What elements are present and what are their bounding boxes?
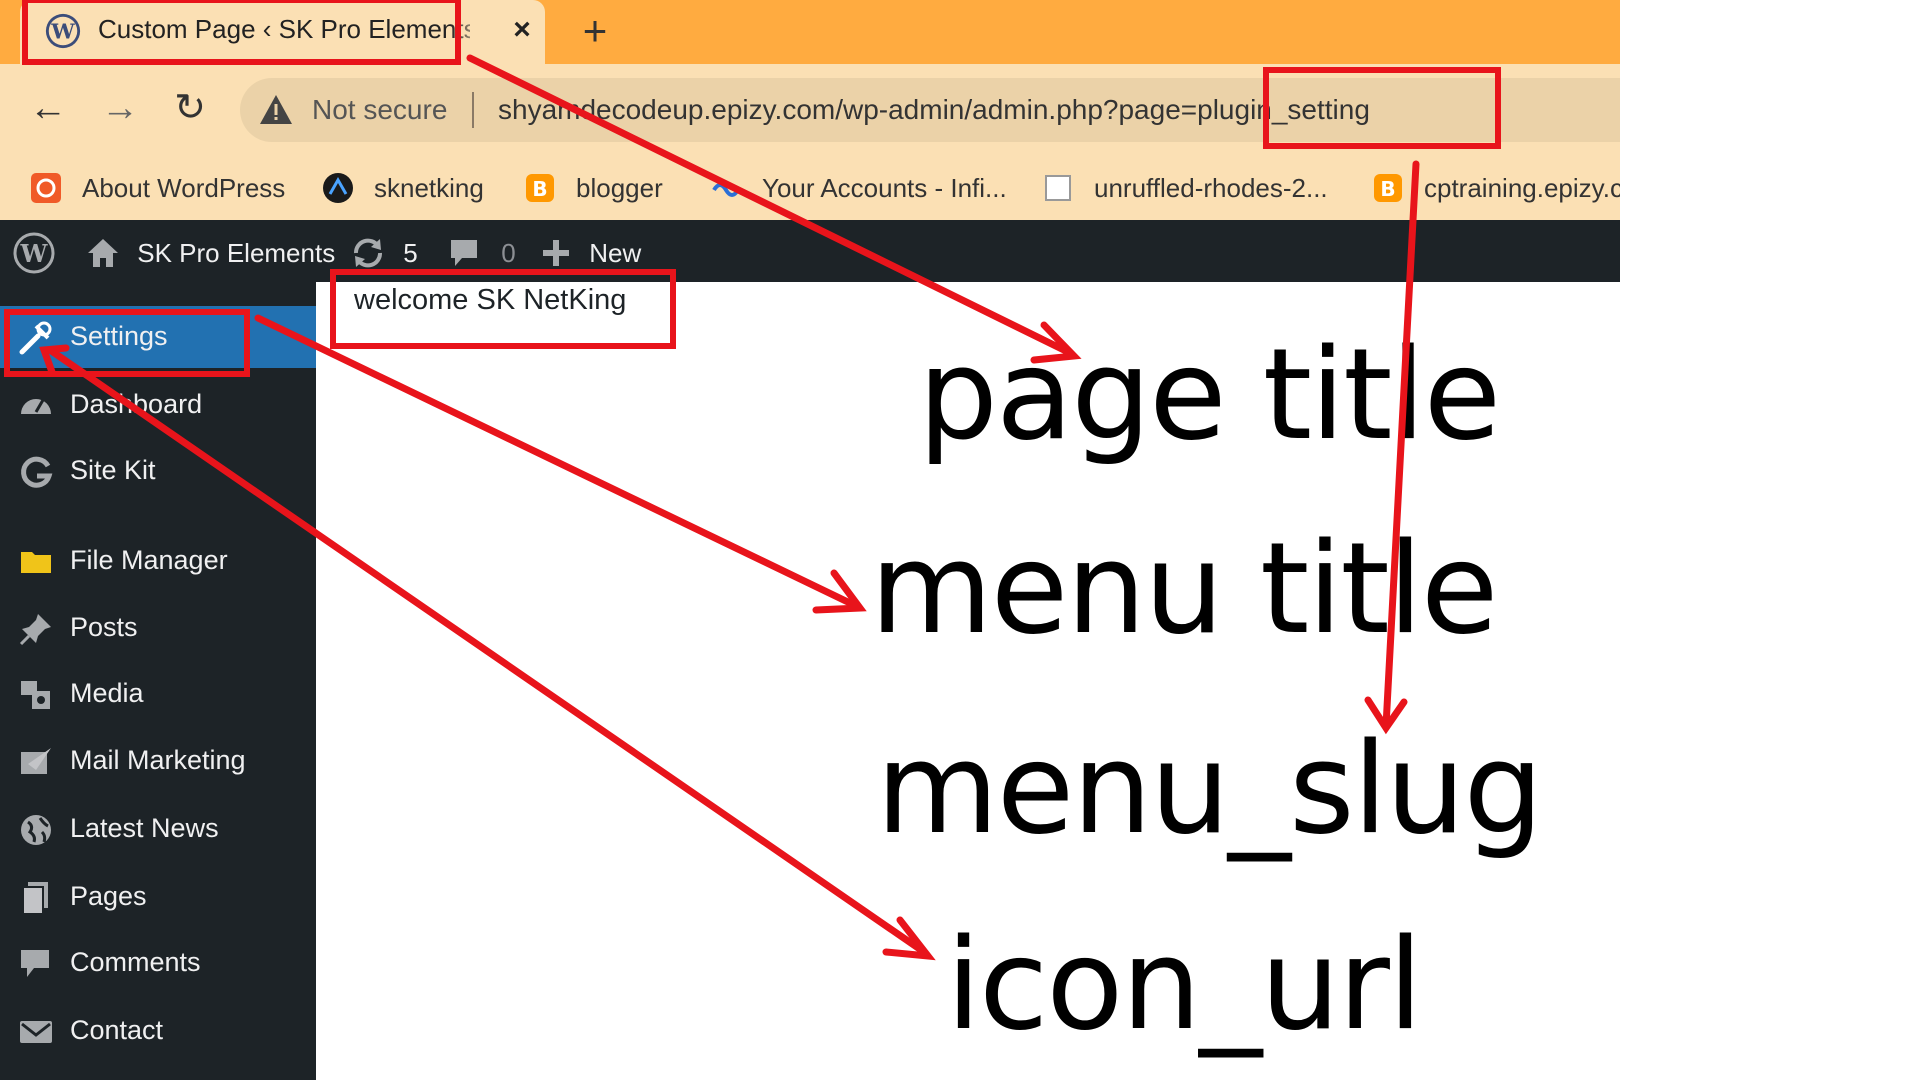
bookmark-label: blogger <box>576 173 663 203</box>
url-text[interactable]: shyamdecodeup.epizy.com/wp-admin/admin.p… <box>498 94 1370 126</box>
tab-title: Custom Page ‹ SK Pro Elements <box>98 14 470 44</box>
menu-label: Dashboard <box>70 389 203 419</box>
bookmark-about-wordpress[interactable]: About WordPress <box>30 168 300 208</box>
bookmark-label: unruffled-rhodes-2... <box>1094 173 1328 203</box>
screenshot: W Custom Page ‹ SK Pro Elements × + ← → … <box>0 0 1620 1080</box>
wordpress-icon: W <box>45 13 81 49</box>
paper-plane-icon <box>21 748 51 774</box>
pushpin-icon <box>19 614 51 646</box>
bookmark-label: Your Accounts - Infi... <box>762 173 1007 203</box>
menu-item-comments[interactable]: Comments <box>0 932 316 994</box>
forward-arrow-icon[interactable]: → <box>96 84 144 132</box>
menu-label: Site Kit <box>70 455 156 485</box>
warning-icon[interactable] <box>258 92 294 128</box>
updates-count: 5 <box>403 238 418 269</box>
menu-item-site-kit[interactable]: Site Kit <box>0 440 316 502</box>
wordpress-icon: W <box>13 232 55 274</box>
browser-toolbar: ← → ↻ Not secure shyamdecodeup.epizy.com… <box>0 64 1620 156</box>
menu-label: Contact <box>70 1015 164 1045</box>
bookmark-sknetking[interactable]: sknetking <box>322 168 492 208</box>
envelope-icon <box>20 1021 52 1043</box>
menu-item-posts[interactable]: Posts <box>0 597 316 659</box>
menu-label: File Manager <box>70 545 228 575</box>
bookmark-unruffled-rhodes[interactable]: unruffled-rhodes-2... <box>1042 168 1342 208</box>
plus-icon <box>543 240 569 267</box>
bookmark-blogger[interactable]: B blogger <box>524 168 674 208</box>
comment-bubble-icon <box>21 950 49 977</box>
annotation-menu-slug: menu_slug <box>876 715 1543 862</box>
annotation-menu-title: menu title <box>870 515 1498 662</box>
menu-label: Media <box>70 678 144 708</box>
not-secure-label[interactable]: Not secure <box>312 94 447 126</box>
dashboard-gauge-icon <box>21 399 51 414</box>
blogger-icon: B <box>526 174 554 202</box>
sknetking-icon <box>323 173 353 203</box>
blogger-icon: B <box>1374 174 1402 202</box>
menu-item-dashboard[interactable]: Dashboard <box>0 374 316 436</box>
tab-strip: W Custom Page ‹ SK Pro Elements × + <box>0 0 1620 66</box>
reload-icon[interactable]: ↻ <box>166 84 214 132</box>
svg-text:W: W <box>20 239 49 268</box>
menu-label: Mail Marketing <box>70 745 246 775</box>
home-icon <box>88 239 118 268</box>
annotation-icon-url: icon_url <box>946 911 1423 1058</box>
new-tab-button[interactable]: + <box>575 8 615 54</box>
annotation-page-title: page title <box>918 321 1501 468</box>
comments-count: 0 <box>501 238 516 269</box>
menu-label: Settings <box>70 321 168 351</box>
infinityfree-icon <box>712 183 740 197</box>
address-separator <box>472 92 474 128</box>
menu-label: Comments <box>70 947 201 977</box>
menu-item-settings[interactable]: Settings <box>0 306 316 368</box>
settings-wrench-icon <box>19 321 52 355</box>
back-arrow-icon[interactable]: ← <box>24 84 72 132</box>
menu-label: Posts <box>70 612 138 642</box>
menu-item-file-manager[interactable]: File Manager <box>0 530 316 592</box>
globe-icon <box>21 815 51 845</box>
menu-label: Pages <box>70 881 147 911</box>
new-content-link[interactable]: New <box>540 230 641 272</box>
bookmarks-bar: About WordPress sknetking B blogger Your… <box>0 156 1620 220</box>
svg-text:W: W <box>50 19 75 44</box>
new-label: New <box>589 238 642 269</box>
bookmark-label: sknetking <box>374 173 484 203</box>
media-icon <box>21 681 50 709</box>
site-name: SK Pro Elements <box>137 238 336 269</box>
page-icon <box>1045 175 1071 201</box>
menu-label: Latest News <box>70 813 219 843</box>
wp-logo-button[interactable]: W <box>12 230 56 274</box>
comments-link[interactable]: 0 <box>448 230 516 272</box>
bookmark-label: cptraining.epizy.c <box>1424 173 1620 203</box>
comment-bubble-icon <box>451 240 477 267</box>
tab-title-fade <box>450 10 490 50</box>
menu-item-pages[interactable]: Pages <box>0 866 316 928</box>
menu-item-contact[interactable]: Contact <box>0 1000 316 1062</box>
pages-icon <box>22 882 48 915</box>
menu-item-media[interactable]: Media <box>0 663 316 725</box>
about-wordpress-icon <box>31 173 61 203</box>
menu-item-latest-news[interactable]: Latest News <box>0 798 316 860</box>
bookmark-your-accounts[interactable]: Your Accounts - Infi... <box>710 168 1020 208</box>
bookmark-label: About WordPress <box>82 173 286 203</box>
menu-item-mail-marketing[interactable]: Mail Marketing <box>0 730 316 792</box>
wp-admin-bar: W SK Pro Elements 5 0 New <box>0 220 1620 282</box>
address-bar[interactable]: Not secure shyamdecodeup.epizy.com/wp-ad… <box>240 78 1620 142</box>
svg-text:B: B <box>532 177 547 201</box>
updates-link[interactable]: 5 <box>350 230 418 272</box>
admin-sidebar: Settings Dashboard Site Kit File Manager <box>0 282 316 1080</box>
google-g-icon <box>21 456 53 488</box>
close-tab-icon[interactable]: × <box>507 10 537 50</box>
folder-icon <box>21 552 51 573</box>
site-name-link[interactable]: SK Pro Elements <box>86 230 335 272</box>
bookmark-cptraining[interactable]: B cptraining.epizy.c <box>1372 168 1620 208</box>
svg-text:B: B <box>1380 177 1395 201</box>
updates-icon <box>353 238 383 268</box>
welcome-heading: welcome SK NetKing <box>354 284 627 316</box>
browser-tab[interactable]: W Custom Page ‹ SK Pro Elements × <box>20 0 545 66</box>
